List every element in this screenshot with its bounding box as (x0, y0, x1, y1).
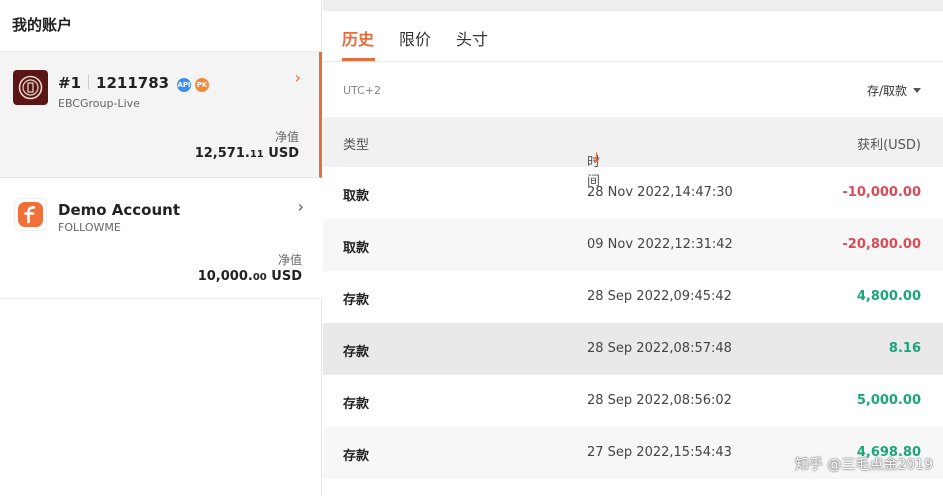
ebc-logo-icon (13, 70, 48, 105)
watermark-text: 知乎 @三毛点金2019 (794, 457, 933, 473)
type-filter-dropdown[interactable]: 存/取款 (867, 82, 921, 99)
active-tab-indicator (342, 58, 375, 61)
net-value-label: 净值 (277, 253, 302, 267)
account-broker: FOLLOWME (58, 221, 121, 234)
account-title: Demo Account (58, 201, 181, 219)
account-card-ebc[interactable]: #1 1211783 API PK EBCGroup-Live › 净值 12,571… (0, 52, 322, 178)
row-time: 28 Sep 2022,08:56:02 (587, 393, 732, 408)
net-value: 10,000.00 USD (198, 269, 302, 284)
net-value-label: 净值 (274, 130, 299, 144)
account-card-demo[interactable]: Demo Account FOLLOWME › 净值 10,000.00 USD (0, 179, 322, 299)
tab-history[interactable]: 历史 (342, 26, 374, 50)
timezone-label: UTC+2 (343, 84, 382, 97)
account-id: 1211783 (96, 74, 170, 92)
net-value-dec: 00 (252, 272, 267, 283)
account-number: #1 (58, 74, 82, 92)
row-time: 28 Sep 2022,09:45:42 (587, 289, 732, 304)
api-badge-icon: API (177, 78, 192, 92)
filter-bar: UTC+2 存/取款 (323, 62, 943, 117)
row-time: 28 Sep 2022,08:57:48 (587, 341, 732, 356)
net-value-int: 12,571. (194, 146, 250, 161)
chevron-right-icon[interactable]: › (298, 197, 304, 216)
pk-badge-icon: PK (195, 78, 210, 92)
table-row[interactable]: 存款 28 Sep 2022,08:56:02 5,000.00 (323, 375, 943, 427)
chevron-right-icon[interactable]: › (295, 68, 301, 87)
table-header: 类型 时间 ↓ 获利(USD) (323, 117, 943, 189)
column-pnl: 获利(USD) (857, 138, 921, 153)
accounts-panel: 我的账户 #1 1211783 API PK EBCGroup-Live › 净值 1… (0, 0, 322, 496)
row-time: 09 Nov 2022,12:31:42 (587, 237, 733, 252)
row-pnl: -20,800.00 (842, 237, 921, 252)
account-title: #1 1211783 API PK (58, 74, 210, 92)
tab-bar: 历史 限价 头寸 (323, 11, 943, 62)
net-value-currency: USD (268, 146, 299, 161)
table-row[interactable]: 取款 28 Nov 2022,14:47:30 -10,000.00 (323, 167, 943, 219)
history-panel: 历史 限价 头寸 UTC+2 存/取款 类型 时间 ↓ 获利(USD) 取款 28… (323, 0, 943, 496)
title-separator (88, 75, 90, 89)
row-time: 27 Sep 2022,15:54:43 (587, 445, 732, 460)
column-type: 类型 (343, 138, 370, 153)
accounts-title: 我的账户 (0, 0, 321, 52)
net-value-currency: USD (271, 269, 302, 284)
row-pnl: 4,800.00 (856, 289, 921, 304)
account-broker: EBCGroup-Live (58, 97, 140, 110)
table-row[interactable]: 存款 28 Sep 2022,08:57:48 8.16 (323, 323, 943, 375)
row-pnl: 5,000.00 (856, 393, 921, 408)
row-type: 存款 (343, 397, 370, 412)
net-value-int: 10,000. (197, 269, 253, 284)
row-time: 28 Nov 2022,14:47:30 (587, 185, 733, 200)
followme-logo-icon (14, 198, 47, 231)
row-type: 取款 (343, 189, 370, 204)
tab-positions[interactable]: 头寸 (456, 26, 488, 50)
caret-down-icon (913, 88, 921, 93)
row-type: 存款 (343, 449, 370, 464)
row-type: 存款 (343, 345, 370, 360)
sort-down-icon: ↓ (591, 151, 602, 166)
table-row[interactable]: 取款 09 Nov 2022,12:31:42 -20,800.00 (323, 219, 943, 271)
tab-limit[interactable]: 限价 (399, 26, 431, 50)
net-value: 12,571.11 USD (195, 146, 299, 161)
row-type: 存款 (343, 293, 370, 308)
top-strip (323, 0, 943, 11)
history-table-body: 取款 28 Nov 2022,14:47:30 -10,000.00 取款 09… (323, 167, 943, 479)
net-value-dec: 11 (249, 149, 264, 160)
type-filter-value: 存/取款 (866, 84, 907, 98)
row-pnl: 8.16 (888, 341, 921, 356)
table-row[interactable]: 存款 28 Sep 2022,09:45:42 4,800.00 (323, 271, 943, 323)
row-pnl: -10,000.00 (842, 185, 921, 200)
row-type: 取款 (343, 241, 370, 256)
